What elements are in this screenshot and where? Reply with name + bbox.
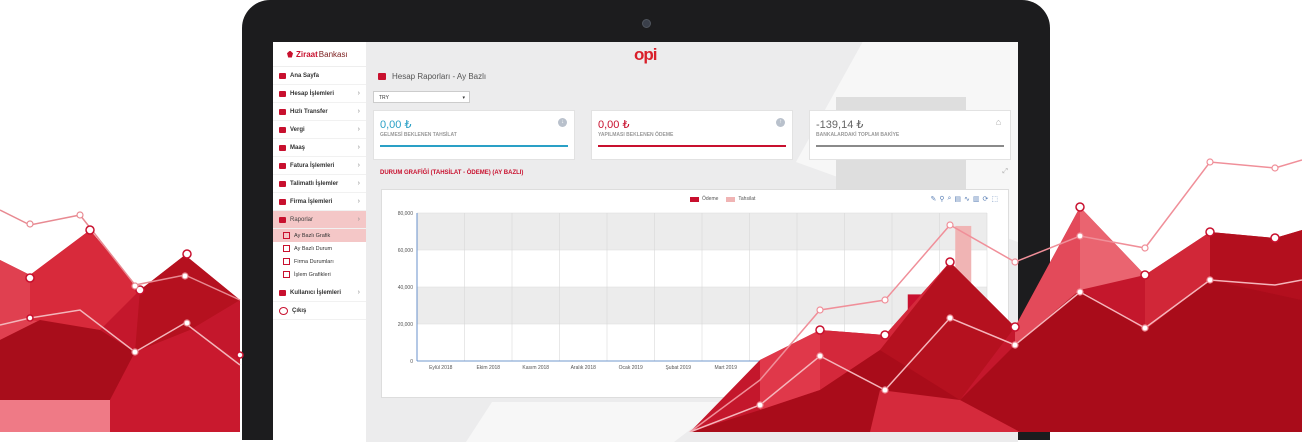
expand-icon[interactable]: ⤢ [1002,168,1008,176]
instruction-icon [279,180,286,187]
graph-icon [283,271,290,278]
sidebar-item-company[interactable]: Firma İşlemleri › [273,193,366,211]
chevron-right-icon: › [357,144,360,151]
sidebar-item-account[interactable]: Hesap İşlemleri › [273,85,366,103]
card-amount: -139,14 ₺ [816,119,864,131]
main-content: opi Hesap Raporları - Ay Bazlı TRY ▾ 0,00… [366,42,1018,442]
user-icon [279,289,286,296]
x-tick-label: Ekim 2018 [476,365,500,371]
chevron-right-icon: › [357,216,360,223]
bar-chart: 0 20,000 40,000 60,000 80,000 Eylül 2018 Ekim … [398,211,988,371]
chevron-right-icon: › [357,126,360,133]
total-balance-card: -139,14 ₺ BANKALARDAKİ TOPLAM BAKİYE ⌂ [809,110,1011,160]
background-shape [466,402,726,442]
x-tick-label: Ocak 2019 [619,365,643,371]
sidebar-subitem-company-status[interactable]: Firma Durumları [273,255,366,268]
webcam [642,19,651,28]
invoice-icon [279,162,286,169]
chevron-right-icon: › [357,180,360,187]
card-bar [380,145,568,147]
sidebar-item-tax[interactable]: Vergi › [273,121,366,139]
card-label: GELMESİ BEKLENEN TAHSİLAT [380,132,457,138]
y-tick-label: 0 [410,359,413,365]
home-icon [279,72,286,79]
sidebar-item-users[interactable]: Kullanıcı İşlemleri › [273,284,366,302]
tax-icon [279,126,286,133]
trend-icon [283,258,290,265]
chevron-right-icon: › [357,162,360,169]
sidebar-item-logout[interactable]: Çıkış [273,302,366,320]
card-bar [598,145,786,147]
y-tick-label: 40,000 [398,285,414,291]
app-screen: Ziraat Bankası Ana Sayfa Hesap İşlemleri ›… [273,42,1018,442]
x-tick-label: Şubat 2019 [665,365,691,371]
sidebar-item-salary[interactable]: Maaş › [273,139,366,157]
chart-panel: Ödeme Tahsilat ✎ ⚲ ⌕ ▤ ∿ ▥ ⟳ ⬚ 0 20,000 40… [381,189,1009,398]
x-tick-label: Kasım 2018 [522,365,549,371]
chevron-right-icon: › [357,108,360,115]
card-bar [816,145,1004,147]
bar-collection [955,225,972,361]
ziraat-logo-icon [287,50,293,58]
transfer-icon [279,108,286,115]
expected-payment-card: 0,00 ₺ YAPILMASI BEKLENEN ÖDEME ↑ [591,110,793,160]
chart-icon [283,232,290,239]
x-tick-label: Aralık 2018 [571,365,597,371]
arrow-down-icon: ↓ [558,118,567,127]
sidebar-item-invoice[interactable]: Fatura İşlemleri › [273,157,366,175]
sidebar-subitem-monthly-status[interactable]: Ay Bazlı Durum [273,242,366,255]
card-label: BANKALARDAKİ TOPLAM BAKİYE [816,132,900,138]
salary-icon [279,144,286,151]
opi-logo[interactable]: opi [634,45,657,65]
x-tick-label: Mart 2019 [714,365,737,371]
bar-payment [907,294,924,361]
card-amount: 0,00 ₺ [598,119,630,131]
bank-icon: ⌂ [995,117,1002,127]
bank-logo[interactable]: Ziraat Bankası [273,42,366,67]
chevron-right-icon: › [357,90,360,97]
sidebar-item-home[interactable]: Ana Sayfa [273,67,366,85]
sidebar-subitem-monthly-chart[interactable]: Ay Bazlı Grafik [273,229,366,242]
arrow-up-icon: ↑ [776,118,785,127]
status-icon [283,245,290,252]
card-label: YAPILMASI BEKLENEN ÖDEME [598,132,674,138]
sidebar-item-instructions[interactable]: Talimatlı İşlemler › [273,175,366,193]
page-title: Hesap Raporları - Ay Bazlı [378,72,486,81]
chevron-right-icon: › [357,289,360,296]
y-tick-label: 60,000 [398,248,414,254]
y-tick-label: 80,000 [398,211,414,217]
sidebar-item-transfer[interactable]: Hızlı Transfer › [273,103,366,121]
sidebar-subitem-transaction-charts[interactable]: İşlem Grafikleri [273,268,366,281]
company-icon [279,198,286,205]
chevron-right-icon: › [357,198,360,205]
report-icon [378,73,386,80]
sidebar: Ziraat Bankası Ana Sayfa Hesap İşlemleri ›… [273,42,367,442]
y-tick-label: 20,000 [398,322,414,328]
expected-collection-card: 0,00 ₺ GELMESİ BEKLENEN TAHSİLAT ↓ [373,110,575,160]
pie-chart-icon [279,216,286,223]
currency-select[interactable]: TRY ▾ [373,91,470,103]
sidebar-item-reports[interactable]: Raporlar › [273,211,366,229]
chart-section-title: DURUM GRAFİĞİ (TAHSİLAT - ÖDEME) (AY BAZ… [380,170,524,176]
x-tick-label: Eylül 2018 [429,365,453,371]
logout-icon [279,306,288,315]
card-icon [279,90,286,97]
caret-down-icon: ▾ [462,95,465,101]
card-amount: 0,00 ₺ [380,119,412,131]
